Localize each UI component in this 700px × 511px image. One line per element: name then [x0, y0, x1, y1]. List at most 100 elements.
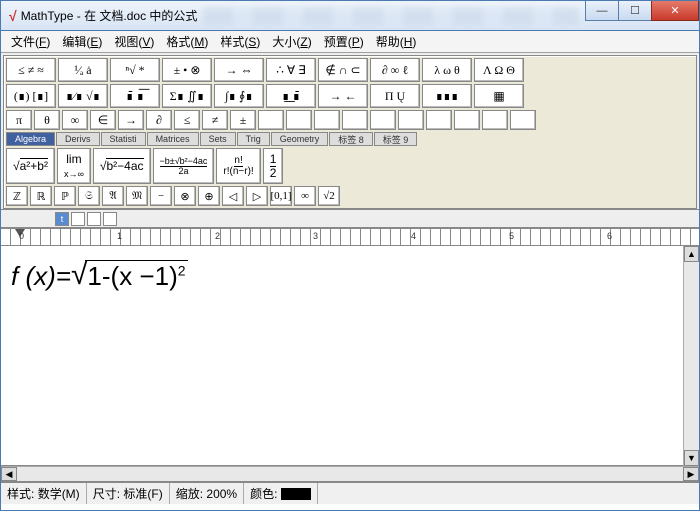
palette-button[interactable]: (∎) [∎] [6, 84, 56, 108]
maximize-button[interactable]: ☐ [618, 1, 652, 21]
scroll-down-icon[interactable]: ▼ [684, 450, 699, 466]
mini-symbol-button[interactable]: ◁ [222, 186, 244, 206]
palette-button[interactable]: → ← [318, 84, 368, 108]
slot-tab[interactable] [87, 212, 101, 226]
palette-button[interactable]: π [6, 110, 32, 130]
palette-button[interactable]: ∂ [146, 110, 172, 130]
palette-button[interactable]: ∈ [90, 110, 116, 130]
menu-h[interactable]: 帮助(H) [370, 31, 423, 52]
menu-f[interactable]: 文件(F) [5, 31, 56, 52]
menu-m[interactable]: 格式(M) [160, 31, 214, 52]
palette-button[interactable]: ∂ ∞ ℓ [370, 58, 420, 82]
minimize-button[interactable]: — [585, 1, 619, 21]
mini-symbol-button[interactable]: 𝔄 [102, 186, 124, 206]
mini-symbol-button[interactable]: ℝ [30, 186, 52, 206]
status-color[interactable]: 颜色: [244, 483, 318, 504]
scroll-up-icon[interactable]: ▲ [684, 246, 699, 262]
palette-button[interactable]: ⁿ√ * [110, 58, 160, 82]
title-bar: √ MathType - 在 文档.doc 中的公式 — ☐ ✕ [1, 1, 699, 31]
mini-symbol-button[interactable]: ⊕ [198, 186, 220, 206]
palette-button[interactable]: Σ∎ ∬∎ [162, 84, 212, 108]
slot-tab-active[interactable]: t [55, 212, 69, 226]
mini-symbol-button[interactable]: ⊗ [174, 186, 196, 206]
exponent: 2 [178, 262, 186, 278]
mini-symbol-button[interactable]: ∞ [294, 186, 316, 206]
mini-symbol-button[interactable]: [0,1] [270, 186, 292, 206]
palette-button[interactable] [258, 110, 284, 130]
menu-e[interactable]: 编辑(E) [56, 31, 108, 52]
formula-display[interactable]: f (x)= √ 1-(x −1)2 [11, 260, 689, 292]
template-tab[interactable]: Geometry [271, 132, 329, 146]
horizontal-ruler[interactable]: 0123456 [1, 228, 699, 246]
mini-symbol-button[interactable]: − [150, 186, 172, 206]
palette-button[interactable]: λ ω θ [422, 58, 472, 82]
palette-button[interactable] [510, 110, 536, 130]
template-button[interactable]: −b±√b²−4ac2a [153, 148, 215, 184]
menu-p[interactable]: 预置(P) [318, 31, 370, 52]
palette-button[interactable]: ∞ [62, 110, 88, 130]
ruler-mark: 0 [19, 231, 24, 241]
vertical-scrollbar[interactable]: ▲ ▼ [683, 246, 699, 466]
palette-button[interactable]: θ [34, 110, 60, 130]
horizontal-scrollbar[interactable]: ◀ ▶ [1, 466, 699, 482]
palette-button[interactable]: ▦ [474, 84, 524, 108]
palette-button[interactable] [398, 110, 424, 130]
template-button[interactable]: √b²−4ac [93, 148, 151, 184]
menu-v[interactable]: 视图(V) [108, 31, 160, 52]
palette-button[interactable]: Π Ų [370, 84, 420, 108]
palette-button[interactable]: ∎͟ ∎̄ [266, 84, 316, 108]
template-tab[interactable]: Trig [237, 132, 270, 146]
template-button[interactable]: limx→∞ [57, 148, 91, 184]
close-button[interactable]: ✕ [651, 1, 699, 21]
template-tab[interactable]: Algebra [6, 132, 55, 146]
palette-button[interactable]: ≤ [174, 110, 200, 130]
palette-button[interactable]: ∎̄ ∎͞ [110, 84, 160, 108]
template-tab[interactable]: 标签 8 [329, 132, 373, 146]
template-button[interactable]: n!r!(n−r)! [216, 148, 260, 184]
palette-button[interactable]: ≤ ≠ ≈ [6, 58, 56, 82]
mini-symbol-button[interactable]: 𝔖 [78, 186, 100, 206]
scroll-left-icon[interactable]: ◀ [1, 467, 17, 481]
palette-button[interactable]: → ⇔ [214, 58, 264, 82]
palette-button[interactable]: ≠ [202, 110, 228, 130]
status-zoom[interactable]: 缩放: 200% [170, 483, 244, 504]
mini-symbol-button[interactable]: √2 [318, 186, 340, 206]
status-style[interactable]: 样式: 数学(M) [1, 483, 87, 504]
palette-button[interactable]: ± [230, 110, 256, 130]
status-size[interactable]: 尺寸: 标准(F) [87, 483, 170, 504]
palette-button[interactable] [426, 110, 452, 130]
mini-symbol-button[interactable]: 𝔐 [126, 186, 148, 206]
palette-button[interactable]: ∎⁄∎ √∎ [58, 84, 108, 108]
mini-symbol-button[interactable]: ▷ [246, 186, 268, 206]
template-tab[interactable]: 标签 9 [374, 132, 418, 146]
palette-button[interactable] [286, 110, 312, 130]
palette-button[interactable] [314, 110, 340, 130]
palette-button[interactable] [454, 110, 480, 130]
menu-s[interactable]: 样式(S) [214, 31, 266, 52]
palette-button[interactable] [482, 110, 508, 130]
mini-symbol-button[interactable]: ℙ [54, 186, 76, 206]
menu-z[interactable]: 大小(Z) [266, 31, 317, 52]
slot-tab[interactable] [103, 212, 117, 226]
ruler-mark: 4 [411, 231, 416, 241]
palette-button[interactable]: ∉ ∩ ⊂ [318, 58, 368, 82]
palette-button[interactable]: → [118, 110, 144, 130]
palette-button[interactable] [342, 110, 368, 130]
template-tab[interactable]: Matrices [147, 132, 199, 146]
template-tab[interactable]: Sets [200, 132, 236, 146]
palette-button[interactable]: ∴ ∀ ∃ [266, 58, 316, 82]
palette-button[interactable]: ∫∎ ∮∎ [214, 84, 264, 108]
template-button[interactable]: √a²+b² [6, 148, 55, 184]
slot-tab[interactable] [71, 212, 85, 226]
palette-button[interactable]: Λ Ω Θ [474, 58, 524, 82]
template-tab[interactable]: Derivs [56, 132, 100, 146]
mini-symbol-button[interactable]: ℤ [6, 186, 28, 206]
palette-button[interactable]: ∎∎∎ [422, 84, 472, 108]
template-tab[interactable]: Statisti [101, 132, 146, 146]
palette-button[interactable]: ± • ⊗ [162, 58, 212, 82]
template-button[interactable]: 12 [263, 148, 284, 184]
palette-button[interactable]: ¹⁄ₐ ȧ [58, 58, 108, 82]
equation-editor-area[interactable]: f (x)= √ 1-(x −1)2 [1, 246, 699, 466]
scroll-right-icon[interactable]: ▶ [683, 467, 699, 481]
palette-button[interactable] [370, 110, 396, 130]
